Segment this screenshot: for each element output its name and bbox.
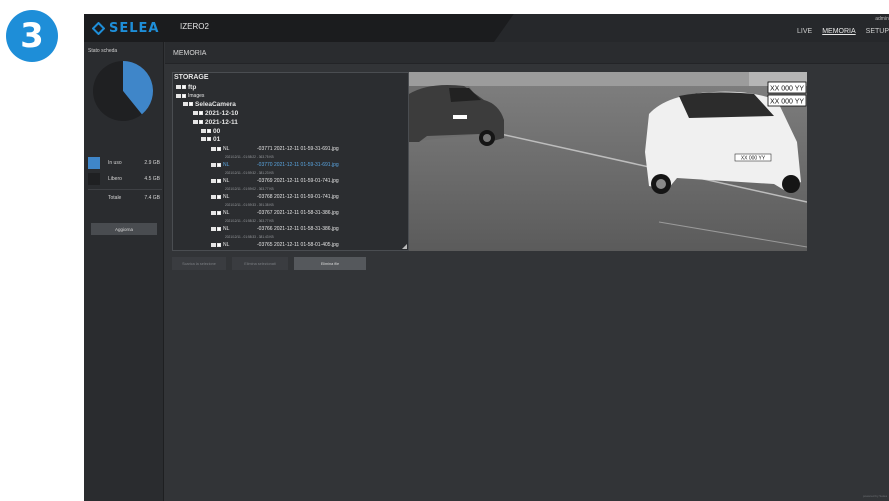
powered-by-text: powered by Selea	[862, 494, 887, 498]
node-checkbox[interactable]	[182, 93, 186, 98]
file-checkbox[interactable]	[217, 178, 221, 183]
camera-icon	[211, 146, 216, 151]
delete-selected-button[interactable]: Elimina selezionati	[232, 257, 288, 270]
plate-text-car: XX 000 YY	[741, 156, 766, 162]
file-meta: 2021/12/11 - 01:59:32 - 381.23 KB	[225, 171, 274, 175]
folder-icon	[176, 93, 181, 98]
legend-label: In uso	[108, 160, 122, 166]
legend-value: 7.4 GB	[144, 194, 160, 201]
legend-row-free: Libero 4.5 GB	[88, 171, 162, 187]
tree-node-2021-12-10[interactable]: 2021-12-10	[193, 110, 238, 117]
file-item-selected[interactable]: NL -03770 2021-12-11 01-59-31-691.jpg	[211, 162, 339, 168]
camera-icon	[211, 210, 216, 215]
tree-node-2021-12-11[interactable]: 2021-12-11	[193, 119, 238, 126]
file-checkbox[interactable]	[217, 146, 221, 151]
page-header: MEMORIA	[165, 42, 889, 64]
nav-live[interactable]: LIVE	[797, 28, 812, 35]
used-swatch	[88, 157, 100, 169]
file-checkbox[interactable]	[217, 162, 221, 167]
sidebar-title: Stato scheda	[88, 48, 118, 54]
node-checkbox[interactable]	[199, 120, 203, 125]
legend-row-total: Totale 7.4 GB	[88, 189, 162, 205]
free-swatch	[88, 173, 100, 185]
file-item[interactable]: NL -03766 2021-12-11 01-58-31-386.jpg	[211, 226, 339, 232]
camera-icon	[211, 242, 216, 247]
file-item[interactable]: NL -03769 2021-12-11 01-59-01-741.jpg	[211, 178, 339, 184]
plate-label-bottom: XX 000 YY	[770, 99, 804, 106]
node-checkbox[interactable]	[189, 102, 193, 107]
top-bar: SELEA IZERO2 admin ▯ LIVE MEMORIA SETUP	[84, 14, 889, 42]
app-window: SELEA IZERO2 admin ▯ LIVE MEMORIA SETUP …	[84, 14, 889, 501]
folder-icon	[193, 120, 198, 125]
node-checkbox[interactable]	[182, 85, 186, 90]
camera-icon	[211, 226, 216, 231]
legend-value: 2.9 GB	[144, 160, 160, 166]
camera-icon	[211, 194, 216, 199]
folder-icon	[201, 129, 206, 134]
file-item[interactable]: NL -03768 2021-12-11 01-59-01-741.jpg	[211, 194, 339, 200]
legend-row-used: In uso 2.9 GB	[88, 155, 162, 171]
folder-icon	[176, 85, 181, 90]
file-checkbox[interactable]	[217, 194, 221, 199]
file-meta: 2021/12/11 - 01:58:22 - 363.75 KB	[225, 155, 274, 159]
file-meta: 2021/12/11 - 01:58:33 - 381.43 KB	[225, 235, 274, 239]
tree-node-ftp[interactable]: ftp	[176, 84, 196, 91]
storage-file-tree[interactable]: STORAGE ftp Images SeleaCamera 2021-12-1…	[172, 72, 409, 251]
storage-legend: In uso 2.9 GB Libero 4.5 GB Totale 7.4 G…	[88, 155, 162, 205]
device-name: IZERO2	[180, 22, 209, 31]
main-nav: LIVE MEMORIA SETUP	[797, 28, 889, 35]
step-number-badge: 3	[6, 10, 58, 62]
tree-node-seleacamera[interactable]: SeleaCamera	[183, 101, 236, 108]
nav-setup[interactable]: SETUP	[866, 28, 889, 35]
legend-label: Libero	[108, 176, 122, 182]
image-preview: XX 000 YY XX 000 YY XX 000 YY	[409, 72, 807, 251]
action-bar: Scarica la selezione Elimina selezionati…	[172, 257, 366, 270]
delete-file-button[interactable]: Elimina file	[294, 257, 366, 270]
selea-logo: SELEA	[92, 21, 159, 36]
node-checkbox[interactable]	[207, 137, 211, 142]
folder-icon	[183, 102, 188, 107]
file-item[interactable]: NL -03767 2021-12-11 01-58-31-386.jpg	[211, 210, 339, 216]
folder-icon	[201, 137, 206, 142]
camera-icon	[211, 178, 216, 183]
file-checkbox[interactable]	[217, 210, 221, 215]
download-selection-button[interactable]: Scarica la selezione	[172, 257, 226, 270]
page-title: MEMORIA	[173, 50, 207, 57]
user-menu[interactable]: admin ▯	[875, 16, 889, 22]
legend-value: 4.5 GB	[144, 176, 160, 182]
resize-handle[interactable]	[402, 244, 407, 249]
brand-name: SELEA	[109, 21, 160, 36]
selea-logo-icon	[92, 22, 105, 35]
tree-node-images[interactable]: Images	[176, 93, 204, 99]
node-checkbox[interactable]	[207, 129, 211, 134]
user-name: admin	[875, 16, 889, 22]
storage-pie-chart	[93, 61, 153, 121]
file-checkbox[interactable]	[217, 242, 221, 247]
file-checkbox[interactable]	[217, 226, 221, 231]
file-meta: 2021/12/11 - 01:59:02 - 363.77 KB	[225, 187, 274, 191]
file-item[interactable]: NL -03771 2021-12-11 01-59-31-691.jpg	[211, 146, 339, 152]
legend-label: Totale	[108, 194, 122, 201]
nav-memoria[interactable]: MEMORIA	[822, 28, 855, 35]
file-item[interactable]: NL -03765 2021-12-11 01-58-01-405.jpg	[211, 242, 339, 248]
camera-icon	[211, 162, 216, 167]
file-meta: 2021/12/11 - 01:59:33 - 391.38 KB	[225, 203, 274, 207]
update-button[interactable]: Aggiorna	[91, 223, 157, 235]
folder-icon	[193, 111, 198, 116]
file-meta: 2021/12/11 - 01:58:32 - 363.77 KB	[225, 219, 274, 223]
tree-node-00[interactable]: 00	[201, 128, 220, 135]
plate-label-top: XX 000 YY	[770, 86, 804, 93]
storage-status-sidebar: Stato scheda In uso 2.9 GB Libero 4.5 GB…	[84, 42, 164, 501]
tree-node-01[interactable]: 01	[201, 136, 220, 143]
tree-title: STORAGE	[174, 74, 209, 81]
node-checkbox[interactable]	[199, 111, 203, 116]
